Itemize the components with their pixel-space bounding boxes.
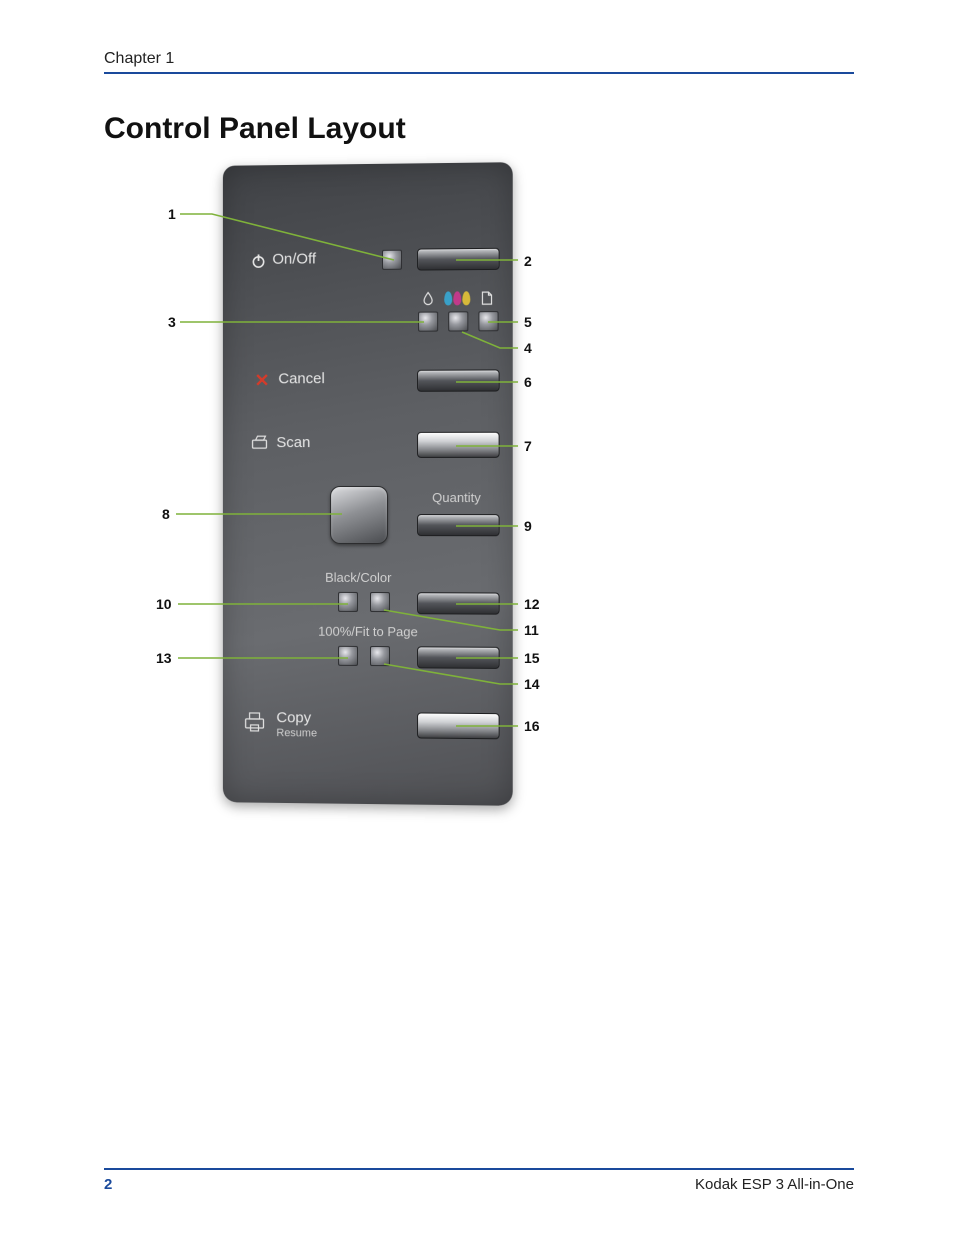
footer-product: Kodak ESP 3 All-in-One [695,1176,854,1193]
printer-icon [243,711,269,733]
callout-4: 4 [524,340,532,356]
quantity-label: Quantity [432,490,481,505]
callout-6: 6 [524,374,532,390]
callout-1: 1 [168,206,176,222]
cancel-x-icon: ✕ [255,370,270,391]
document-icon [480,291,492,305]
callout-7: 7 [524,438,532,454]
color-ink-drops-icon [444,291,470,305]
callout-12: 12 [524,596,540,612]
callout-2: 2 [524,253,532,269]
black-led [338,592,358,612]
resume-label: Resume [276,727,317,739]
onoff-led [382,250,402,270]
black-ink-led [418,312,438,332]
callout-15: 15 [524,650,540,666]
scan-button[interactable] [417,432,500,458]
scanner-icon [251,434,271,452]
callout-3: 3 [168,314,176,330]
fittopage-led [370,646,390,666]
callout-16: 16 [524,718,540,734]
blackcolor-button[interactable] [417,592,500,614]
callout-10: 10 [156,596,172,612]
blackcolor-label: Black/Color [325,570,391,585]
copy-label: Copy [276,709,311,726]
quantity-display [330,486,388,544]
cancel-label: Cancel [278,370,324,387]
hundred-led [338,646,358,666]
scan-label: Scan [276,434,310,451]
printer-control-panel: On/Off ✕ Cancel Scan [223,162,513,806]
chapter-label: Chapter 1 [104,50,854,74]
power-icon [251,253,267,269]
black-ink-drop-icon [422,291,434,305]
fit-button[interactable] [417,646,500,669]
onoff-label: On/Off [272,250,316,267]
color-ink-led [448,311,468,331]
callout-9: 9 [524,518,532,534]
page-number: 2 [104,1176,112,1193]
onoff-button[interactable] [417,248,500,271]
quantity-button[interactable] [417,514,500,536]
footer-rule [104,1168,854,1170]
cancel-button[interactable] [417,369,500,391]
callout-14: 14 [524,676,540,692]
callout-8: 8 [162,506,170,522]
fit-label: 100%/Fit to Page [318,624,418,640]
document-led [478,311,498,331]
section-title: Control Panel Layout [104,112,854,146]
control-panel-diagram: On/Off ✕ Cancel Scan [104,164,854,824]
callout-5: 5 [524,314,532,330]
color-led [370,592,390,612]
callout-11: 11 [524,622,539,638]
copy-button[interactable] [417,712,500,739]
callout-13: 13 [156,650,172,666]
